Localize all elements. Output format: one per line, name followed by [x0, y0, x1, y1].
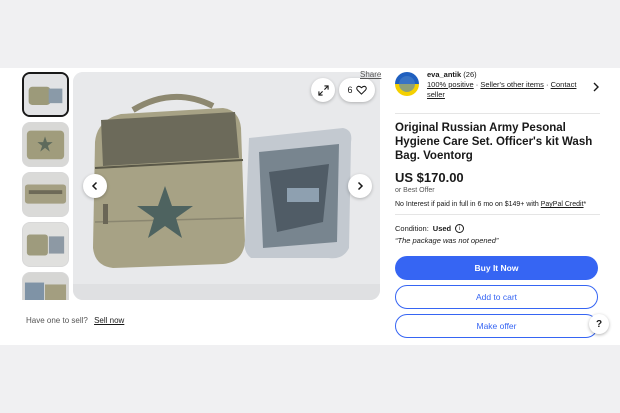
- condition-value: Used: [432, 224, 452, 233]
- separator: ·: [543, 80, 551, 89]
- thumbnail-strip[interactable]: [22, 72, 70, 300]
- finance-suffix: *: [583, 201, 587, 208]
- chevron-left-icon: [91, 181, 98, 191]
- watch-button[interactable]: 6: [339, 78, 375, 102]
- listing-details: eva_antik (26) 100% positive · Seller's …: [395, 70, 600, 338]
- product-photo: [73, 72, 380, 300]
- info-icon[interactable]: i: [455, 224, 465, 233]
- chevron-right-icon: [357, 181, 364, 191]
- finance-text: No Interest if paid in full in 6 mo on $…: [395, 201, 541, 208]
- seller-positive-link[interactable]: 100% positive: [427, 80, 474, 89]
- listing-title: Original Russian Army Pesonal Hygiene Ca…: [395, 122, 593, 162]
- condition-note: “The package was not opened”: [395, 236, 499, 245]
- thumbnail-2[interactable]: [22, 122, 69, 167]
- seller-feedback-count: (26): [463, 70, 477, 79]
- watch-count: 6: [347, 85, 353, 95]
- have-one-text: Have one to sell?: [26, 316, 88, 325]
- sell-now-link[interactable]: Sell now: [94, 316, 124, 325]
- make-offer-button[interactable]: Make offer: [395, 314, 598, 338]
- divider: [395, 214, 600, 215]
- thumbnail-4[interactable]: [22, 222, 69, 267]
- previous-image-button[interactable]: [83, 174, 107, 198]
- thumbnail-1[interactable]: [22, 72, 69, 117]
- divider: [395, 113, 600, 114]
- seller-name[interactable]: eva_antik: [427, 70, 461, 79]
- thumbnail-3[interactable]: [22, 172, 69, 217]
- next-image-button[interactable]: [348, 174, 372, 198]
- buy-it-now-button[interactable]: Buy It Now: [395, 256, 598, 280]
- listing-price: US $170.00: [395, 170, 464, 185]
- condition-label: Condition:: [395, 224, 429, 233]
- have-one-to-sell: Have one to sell? Sell now: [26, 316, 124, 325]
- seller-card[interactable]: eva_antik (26) 100% positive · Seller's …: [395, 70, 600, 110]
- add-to-cart-button[interactable]: Add to cart: [395, 285, 598, 309]
- thumbnail-5[interactable]: [22, 272, 69, 300]
- expand-image-button[interactable]: [311, 78, 335, 102]
- expand-icon: [317, 84, 329, 96]
- seller-avatar[interactable]: [395, 72, 419, 96]
- chevron-right-icon[interactable]: [592, 82, 600, 92]
- seller-other-items-link[interactable]: Seller's other items: [480, 80, 544, 89]
- financing-text: No Interest if paid in full in 6 mo on $…: [395, 201, 600, 208]
- best-offer-text: or Best Offer: [395, 187, 435, 194]
- paypal-credit-link[interactable]: PayPal Credit: [541, 201, 584, 208]
- main-product-image[interactable]: 6: [73, 72, 380, 300]
- condition-row: Condition: Used i: [395, 224, 600, 233]
- seller-info: eva_antik (26) 100% positive · Seller's …: [427, 70, 587, 100]
- help-button[interactable]: ?: [589, 314, 609, 334]
- heart-icon: [355, 85, 367, 95]
